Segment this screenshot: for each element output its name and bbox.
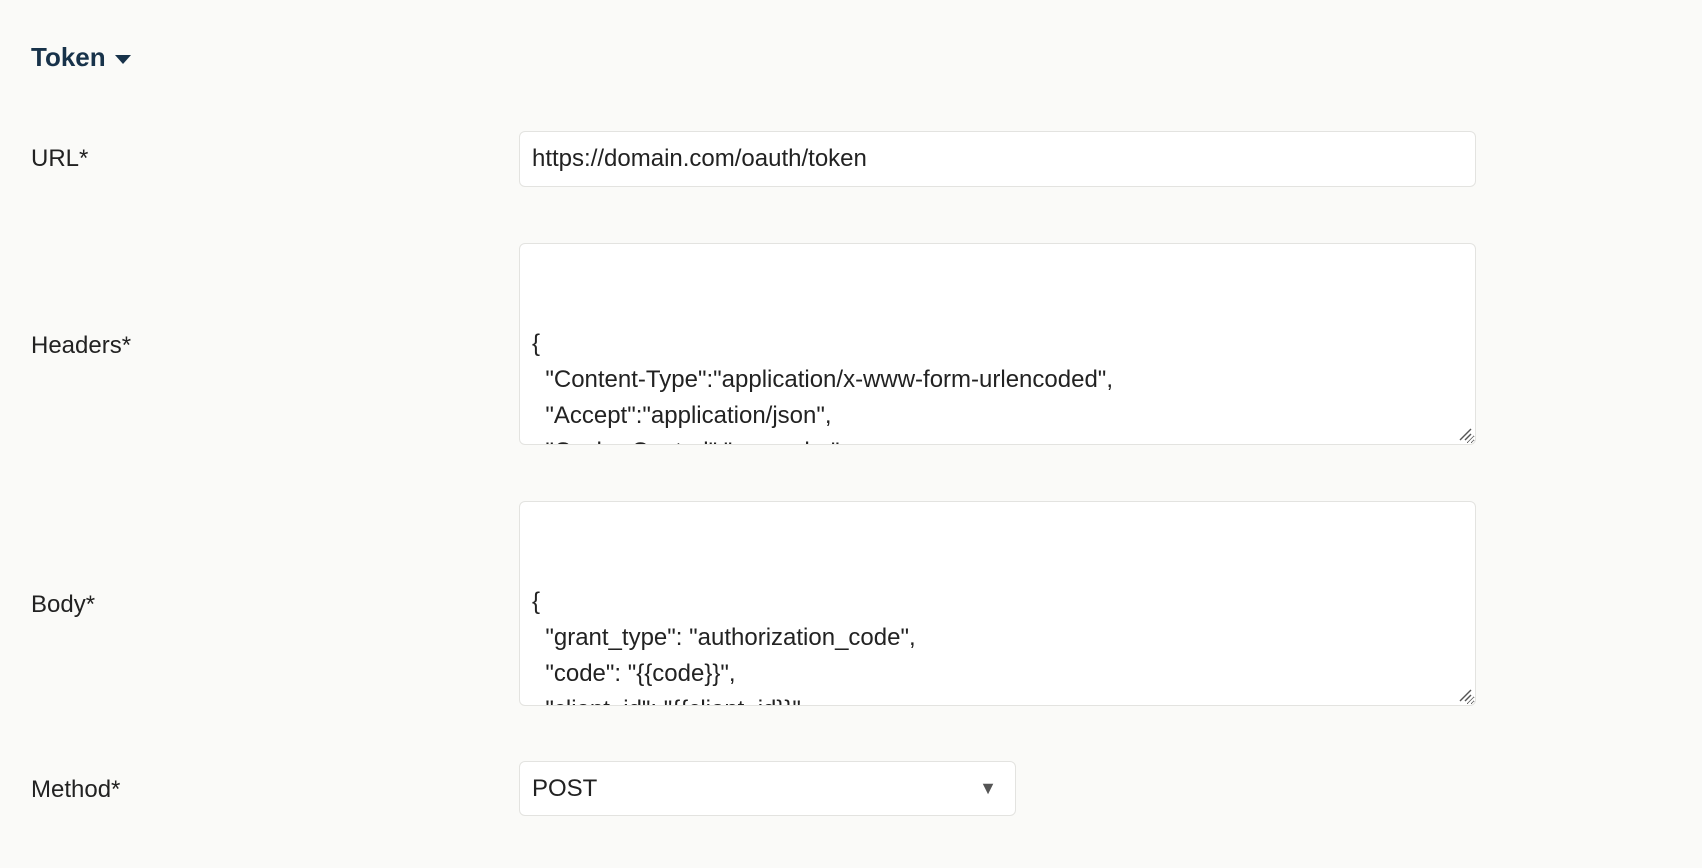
resize-grip-icon[interactable]	[1458, 427, 1472, 441]
headers-textarea[interactable]: { "Content-Type":"application/x-www-form…	[519, 243, 1476, 445]
url-input[interactable]	[519, 131, 1476, 187]
resize-grip-icon[interactable]	[1458, 688, 1472, 702]
method-selected-value: POST	[532, 775, 598, 802]
token-section-toggle[interactable]: Token	[31, 42, 131, 73]
section-title: Token	[31, 42, 106, 72]
body-text: { "grant_type": "authorization_code", "c…	[532, 588, 916, 705]
caret-down-icon	[114, 55, 131, 64]
body-textarea[interactable]: { "grant_type": "authorization_code", "c…	[519, 501, 1476, 706]
triangle-down-icon: ▼	[979, 778, 997, 798]
body-label: Body*	[31, 591, 96, 618]
url-label: URL*	[31, 145, 89, 172]
method-label: Method*	[31, 776, 121, 803]
headers-text: { "Content-Type":"application/x-www-form…	[532, 330, 1113, 444]
method-select[interactable]: POST ▼	[519, 761, 1016, 816]
headers-label: Headers*	[31, 332, 132, 359]
